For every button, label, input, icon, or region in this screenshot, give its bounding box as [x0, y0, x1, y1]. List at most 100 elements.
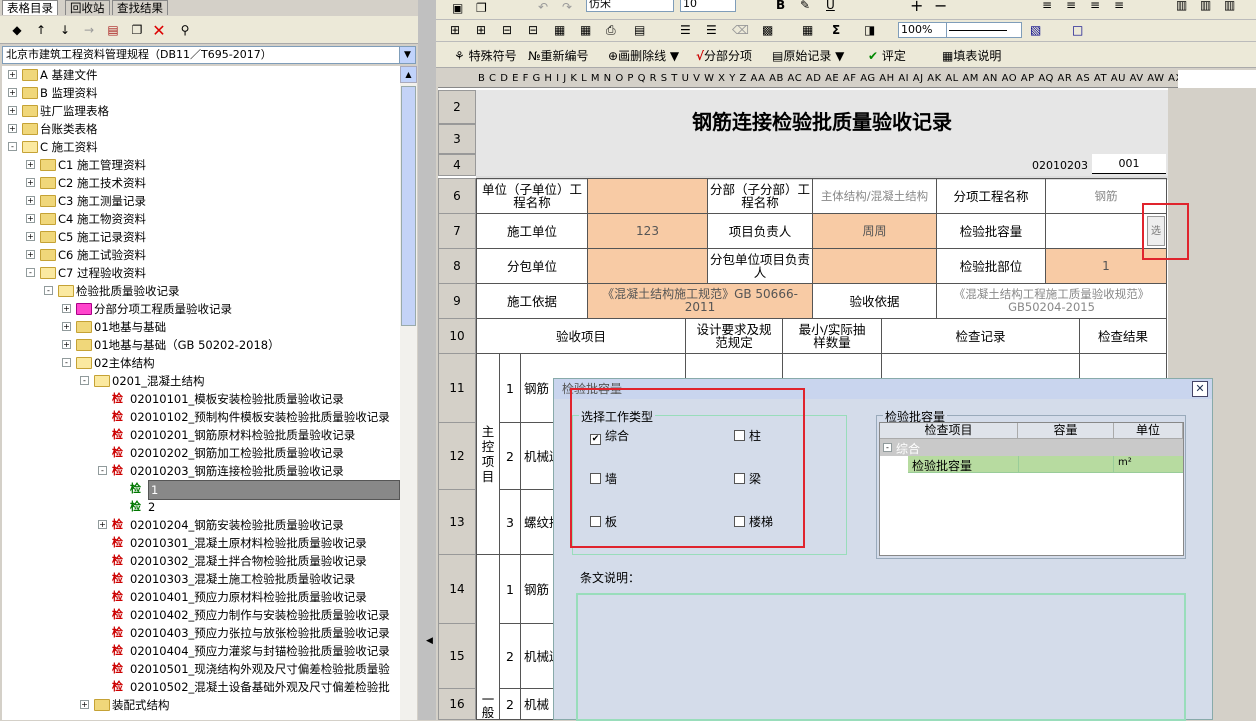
delete-icon[interactable]: ✕	[150, 21, 168, 40]
sigma-icon[interactable]: Σ	[832, 23, 840, 37]
fill-help-button[interactable]: ▦填表说明	[942, 47, 1001, 64]
expand-icon[interactable]: +	[26, 160, 35, 169]
row-header[interactable]: 14	[438, 554, 476, 624]
row-header[interactable]: 4	[438, 154, 476, 176]
expand-icon[interactable]: +	[26, 214, 35, 223]
expand-icon[interactable]: +	[8, 106, 17, 115]
expand-icon[interactable]: +	[80, 700, 89, 709]
collapse-icon[interactable]: -	[8, 142, 17, 151]
tree-node[interactable]: 检 02010101_模板安装检验批质量验收记录	[2, 390, 400, 408]
expand-icon[interactable]: +	[8, 88, 17, 97]
undo-icon[interactable]: ↶	[538, 0, 548, 14]
align-center-icon[interactable]: ≡	[1066, 0, 1076, 12]
insert-row-icon[interactable]: ⊞	[450, 23, 460, 37]
tree-node[interactable]: 检 02010404_预应力灌浆与封锚检验批质量验收记录	[2, 642, 400, 660]
tree-node[interactable]: 检 02010502_混凝土设备基础外观及尺寸偏差检验批	[2, 678, 400, 696]
row-header[interactable]: 6	[438, 178, 476, 214]
row-header[interactable]: 13	[438, 489, 476, 555]
indent-icon[interactable]: ☰	[706, 23, 717, 37]
redo-icon[interactable]: ↷	[562, 0, 572, 14]
tree-node[interactable]: + 检 02010204_钢筋安装检验批质量验收记录	[2, 516, 400, 534]
arrow-up-icon[interactable]: ↑	[32, 21, 50, 39]
split-icon[interactable]: ▦	[580, 23, 591, 37]
line-style-select[interactable]	[946, 22, 1022, 38]
delete-col-icon[interactable]: ⊟	[528, 23, 538, 37]
row-header[interactable]: 2	[438, 90, 476, 124]
chart-icon[interactable]: ◨	[864, 23, 875, 37]
renumber-button[interactable]: №重新编号	[528, 47, 589, 64]
tree-node[interactable]: 检 02010102_预制构件模板安装检验批质量验收记录	[2, 408, 400, 426]
panel-splitter[interactable]: ◀	[418, 0, 436, 720]
arrow-right-icon[interactable]: →	[80, 21, 98, 39]
form-serial[interactable]: 001	[1092, 154, 1166, 174]
expand-icon[interactable]: +	[62, 322, 71, 331]
pen-icon[interactable]: ✎	[800, 0, 810, 12]
align-left-icon[interactable]: ≡	[1042, 0, 1052, 12]
group-collapse-icon[interactable]: -	[883, 443, 892, 452]
row-header[interactable]: 10	[438, 318, 476, 354]
tree-node[interactable]: 检 02010401_预应力原材料检验批质量验收记录	[2, 588, 400, 606]
raw-record-button[interactable]: ▤原始记录 ▼	[772, 47, 844, 64]
expand-icon[interactable]: +	[26, 250, 35, 259]
expand-icon[interactable]: +	[62, 340, 71, 349]
scroll-up-icon[interactable]: ▲	[400, 66, 417, 83]
collapse-icon[interactable]: -	[98, 466, 107, 475]
filter-icon[interactable]: ⚲	[176, 21, 194, 39]
font-size-select[interactable]: 10	[680, 0, 736, 12]
expand-icon[interactable]: +	[8, 124, 17, 133]
image-icon[interactable]: ▩	[762, 23, 773, 37]
special-symbol-button[interactable]: ⚘ 特殊符号	[454, 47, 517, 64]
collapse-icon[interactable]: -	[80, 376, 89, 385]
row-header[interactable]: 11	[438, 353, 476, 423]
copy-icon[interactable]: ❐	[128, 21, 146, 39]
collapse-icon[interactable]: -	[62, 358, 71, 367]
expand-icon[interactable]: +	[62, 304, 71, 313]
note-textarea[interactable]	[576, 593, 1186, 721]
expand-icon[interactable]: +	[26, 178, 35, 187]
row-header[interactable]: 3	[438, 124, 476, 154]
expand-icon[interactable]: +	[8, 70, 17, 79]
evaluate-button[interactable]: ✔ 评定	[868, 47, 906, 64]
tree-node[interactable]: + 台账类表格	[2, 120, 400, 138]
scroll-thumb[interactable]	[401, 86, 416, 326]
tree-node[interactable]: + C3 施工测量记录	[2, 192, 400, 210]
row-header[interactable]: 7	[438, 213, 476, 249]
merge-icon[interactable]: ▦	[554, 23, 565, 37]
fill-color-icon[interactable]: ▧	[1030, 23, 1041, 37]
sub-pm-value[interactable]	[812, 248, 937, 284]
bold-icon[interactable]: B	[776, 0, 785, 12]
subdiv-value[interactable]: 主体结构/混凝土结构	[812, 178, 937, 214]
tree-node[interactable]: + A 基建文件	[2, 66, 400, 84]
arrow-down-icon[interactable]: ↓	[56, 21, 74, 39]
tree-node[interactable]: 检 02010303_混凝土施工检验批质量验收记录	[2, 570, 400, 588]
expand-icon[interactable]: +	[26, 232, 35, 241]
tree-node[interactable]: + 分部分项工程质量验收记录	[2, 300, 400, 318]
row-header[interactable]: 12	[438, 422, 476, 490]
border-icon[interactable]: ▥	[1176, 0, 1187, 12]
tree-node[interactable]: 检 02010501_现浇结构外观及尺寸偏差检验批质量验	[2, 660, 400, 678]
tree-node[interactable]: + B 监理资料	[2, 84, 400, 102]
row-header[interactable]: 9	[438, 283, 476, 319]
strikethrough-button[interactable]: ⊕画删除线 ▼	[608, 47, 679, 64]
expand-icon[interactable]: +	[26, 196, 35, 205]
collapse-icon[interactable]: -	[26, 268, 35, 277]
tree-node[interactable]: 检 02010301_混凝土原材料检验批质量验收记录	[2, 534, 400, 552]
tree-node[interactable]: 检 02010402_预应力制作与安装检验批质量验收记录	[2, 606, 400, 624]
border-color-icon[interactable]: □	[1072, 23, 1083, 37]
arrow-left-icon[interactable]: ◆	[8, 21, 26, 39]
align-right-icon[interactable]: ≡	[1090, 0, 1100, 12]
insert-col-icon[interactable]: ⊞	[476, 23, 486, 37]
subcontractor-value[interactable]	[587, 248, 708, 284]
pm-value[interactable]: 周周	[812, 213, 937, 249]
tree-node[interactable]: + 驻厂监理表格	[2, 102, 400, 120]
collapse-icon[interactable]: -	[44, 286, 53, 295]
border2-icon[interactable]: ▥	[1200, 0, 1211, 12]
tree-node[interactable]: - 检验批质量验收记录	[2, 282, 400, 300]
chevron-down-icon[interactable]: ▼	[399, 47, 415, 63]
row-header[interactable]: 15	[438, 623, 476, 689]
grid-row-capacity[interactable]	[1018, 456, 1114, 472]
tree-node[interactable]: + C5 施工记录资料	[2, 228, 400, 246]
basis-value[interactable]: 《混凝土结构施工规范》GB 50666-2011	[587, 283, 813, 319]
line-spacing-icon[interactable]: ☰	[680, 23, 691, 37]
tree-node[interactable]: 检1	[2, 480, 400, 500]
